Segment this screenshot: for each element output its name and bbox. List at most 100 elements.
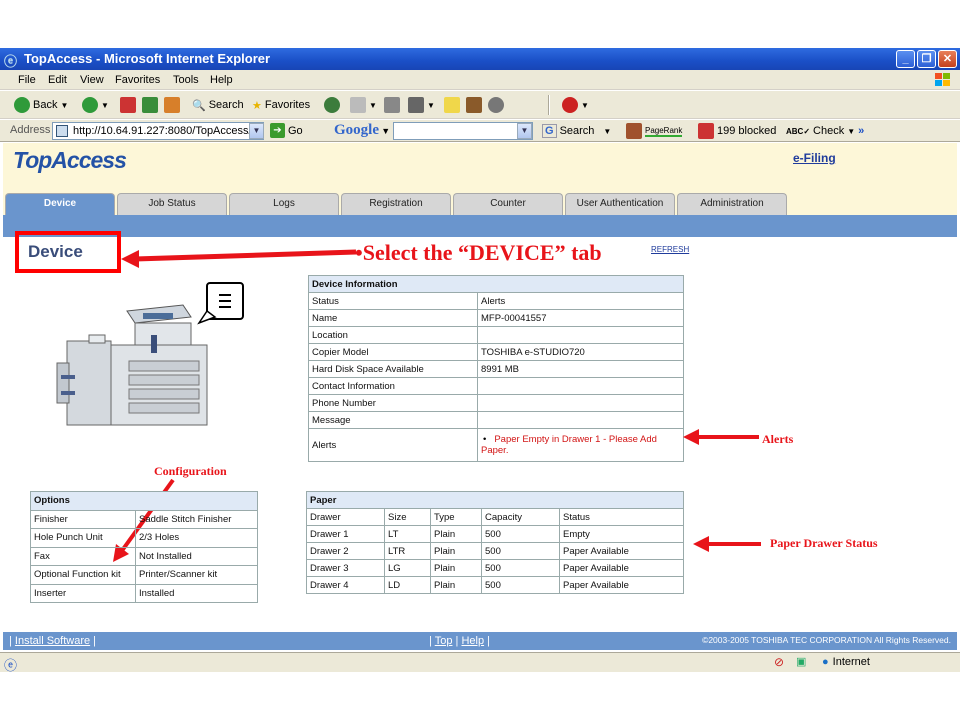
table-row: Fax Not Installed (30, 546, 258, 566)
chevron-down-icon: ▼ (427, 100, 435, 110)
ie-page-icon: ⓔ (4, 658, 18, 673)
address-input[interactable]: http://10.64.91.227:8080/TopAccess/ (52, 122, 264, 140)
back-button[interactable]: Back ▼ (14, 96, 68, 114)
status-bar: ⓔ ⊘ ▣ ● Internet (0, 652, 960, 673)
help-link[interactable]: Help (461, 635, 484, 647)
chevron-down-icon: ▼ (581, 100, 589, 110)
print-icon (384, 97, 400, 113)
annotation-alerts: Alerts (762, 432, 794, 446)
google-search-dropdown[interactable]: ▼ (517, 123, 532, 139)
spell-check-button[interactable]: ABC✓ Check ▼ » (786, 122, 864, 140)
contact-value (477, 377, 684, 395)
footer-left: | Install Software | (9, 635, 97, 647)
popup-status-icon: ⊘ (774, 655, 785, 669)
extension-icon (562, 97, 578, 113)
tab-logs[interactable]: Logs (229, 193, 339, 215)
page-footer: | Install Software | | Top | Help | ©200… (3, 632, 957, 650)
table-row: Message (308, 411, 684, 429)
message-value (477, 411, 684, 429)
menu-tools[interactable]: Tools (173, 74, 199, 86)
go-arrow-icon: ➔ (270, 123, 285, 138)
menu-file[interactable]: File (18, 74, 36, 86)
stop-icon (120, 97, 136, 113)
address-dropdown[interactable]: ▼ (249, 123, 264, 139)
google-search-input[interactable] (393, 122, 533, 140)
table-row: Drawer 3 LG Plain 500 Paper Available (306, 559, 684, 577)
google-search-button[interactable]: G Search ▼ (542, 122, 611, 140)
refresh-link[interactable]: REFRESH (651, 245, 689, 254)
efiling-link[interactable]: e-Filing (793, 151, 836, 165)
tab-job-status[interactable]: Job Status (117, 193, 227, 215)
favorites-button[interactable]: ★ Favorites (252, 96, 310, 114)
table-row: Drawer 2 LTR Plain 500 Paper Available (306, 542, 684, 560)
chevron-down-icon: ▼ (101, 100, 109, 110)
table-row: Phone Number (308, 394, 684, 412)
edit-button[interactable]: ▼ (408, 96, 435, 114)
table-header-row: Drawer Size Type Capacity Status (306, 508, 684, 526)
home-button[interactable] (164, 96, 180, 114)
table-row: Copier Model TOSHIBA e-STUDIO720 (308, 343, 684, 361)
table-row: Location (308, 326, 684, 344)
printer-icon (56, 282, 244, 426)
messenger-button[interactable] (488, 96, 504, 114)
notes-button[interactable] (444, 96, 460, 114)
tab-device[interactable]: Device (5, 193, 115, 215)
search-icon: 🔍 (192, 99, 206, 112)
table-row: Drawer 4 LD Plain 500 Paper Available (306, 576, 684, 594)
refresh-icon (142, 97, 158, 113)
menu-edit[interactable]: Edit (48, 74, 67, 86)
security-status-icon: ▣ (796, 656, 807, 668)
abc-check-icon: ABC✓ (786, 126, 811, 136)
pagerank-indicator[interactable]: PageRank (626, 122, 683, 140)
back-arrow-icon (14, 97, 30, 113)
bookmark-icon (626, 123, 642, 139)
location-value (477, 326, 684, 344)
star-icon: ★ (252, 99, 262, 112)
top-link[interactable]: Top (435, 635, 453, 647)
table-row: Contact Information (308, 377, 684, 395)
device-information-table: Device Information Status Alerts Name MFP-… (308, 275, 684, 462)
refresh-button[interactable] (142, 96, 158, 114)
chevron-down-icon: ▼ (369, 100, 377, 110)
media-button[interactable] (324, 96, 340, 114)
forward-button[interactable]: ▼ (82, 96, 109, 114)
toolbar-separator (548, 95, 550, 115)
messenger-icon (488, 97, 504, 113)
menu-view[interactable]: View (80, 74, 104, 86)
research-button[interactable] (466, 96, 482, 114)
table-row: Finisher Saddle Stitch Finisher (30, 509, 258, 529)
table-row: Alerts • Paper Empty in Drawer 1 - Please… (308, 428, 684, 462)
table-row: Name MFP-00041557 (308, 309, 684, 327)
mail-button[interactable]: ▼ (350, 96, 377, 114)
table-row: Status Alerts (308, 292, 684, 310)
menu-help[interactable]: Help (210, 74, 233, 86)
stop-button[interactable] (120, 96, 136, 114)
options-table: Options Finisher Saddle Stitch Finisher H… (30, 491, 258, 603)
toolbar-overflow-icon[interactable]: » (858, 125, 864, 137)
annotation-paper-drawer-status: Paper Drawer Status (770, 536, 878, 550)
annotation-select-tab: •Select the “DEVICE” tab (355, 240, 602, 265)
toolbar-extra-button[interactable]: ▼ (562, 96, 589, 114)
go-button[interactable]: ➔ Go (270, 123, 303, 138)
maximize-button[interactable]: ❐ (917, 50, 936, 68)
install-software-link[interactable]: Install Software (15, 635, 90, 647)
annotation-arrow-select (121, 249, 357, 268)
menu-favorites[interactable]: Favorites (115, 74, 160, 86)
tab-user-authentication[interactable]: User Authentication (565, 193, 675, 215)
bullet-icon: • (483, 434, 487, 445)
table-row: Hole Punch Unit 2/3 Holes (30, 528, 258, 548)
google-logo[interactable]: Google ▼ (334, 122, 390, 139)
header-band: TopAccess e-Filing (3, 143, 957, 193)
tab-registration[interactable]: Registration (341, 193, 451, 215)
print-button[interactable] (384, 96, 400, 114)
close-button[interactable]: ✕ (938, 50, 957, 68)
table-row: Hard Disk Space Available 8991 MB (308, 360, 684, 378)
annotation-arrow-alerts (683, 429, 759, 445)
table-row: Inserter Installed (30, 583, 258, 603)
tab-administration[interactable]: Administration (677, 193, 787, 215)
popup-blocker[interactable]: 199 blocked (698, 122, 776, 140)
minimize-button[interactable]: _ (896, 50, 915, 68)
search-button[interactable]: 🔍 Search (192, 96, 244, 114)
windows-flag-icon (935, 73, 950, 86)
tab-counter[interactable]: Counter (453, 193, 563, 215)
